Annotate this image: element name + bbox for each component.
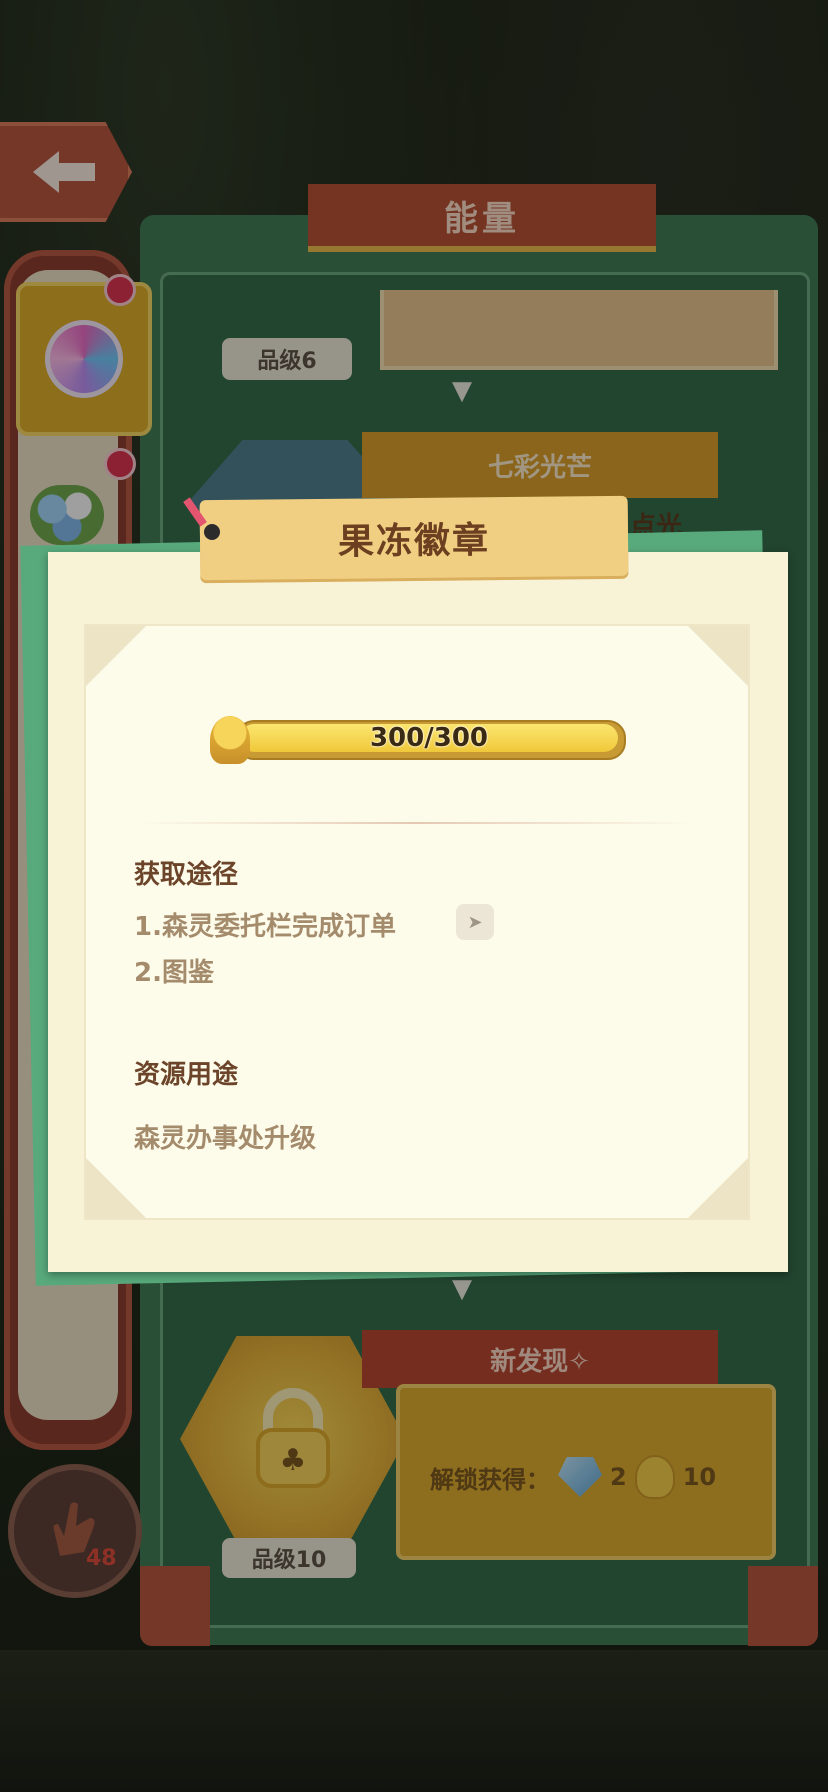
divider [136, 822, 696, 824]
badge-progress-bar: 300/300 [206, 716, 626, 770]
goto-arrow-button[interactable]: ➤ [456, 904, 494, 940]
play-arrow-icon: ➤ [467, 911, 483, 933]
progress-text: 300/300 [369, 723, 489, 753]
obtain-item-2: 2.图鉴 [134, 958, 214, 988]
modal-title: 果冻徽章 [199, 495, 629, 581]
pin-icon [204, 524, 220, 540]
usage-text: 森灵办事处升级 [134, 1124, 317, 1154]
obtain-section-title: 获取途径 [134, 860, 239, 890]
usage-section-title: 资源用途 [134, 1060, 239, 1090]
obtain-item-1: 1.森灵委托栏完成订单 [134, 912, 396, 942]
jelly-badge-icon [210, 716, 250, 764]
